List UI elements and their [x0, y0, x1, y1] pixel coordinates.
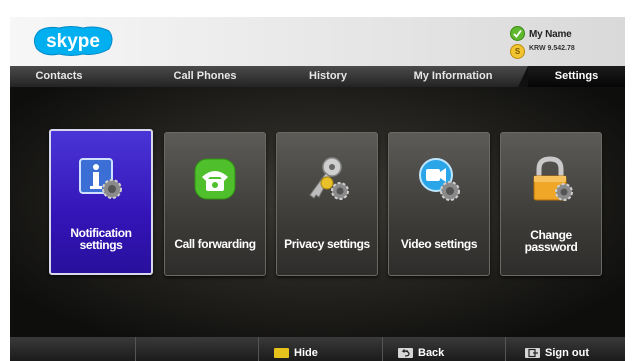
keys-icon: [309, 157, 349, 200]
back-label: Back: [418, 347, 445, 359]
privacy-settings-label: Privacy settings: [284, 237, 370, 251]
yellow-key-icon: [274, 348, 289, 358]
settings-panel: Notification settings Call forwarding Pr…: [10, 87, 625, 337]
skype-logo: skype: [33, 26, 113, 56]
bottom-action-bar: Hide Back Sign out: [10, 337, 625, 361]
user-name: My Name: [529, 29, 572, 40]
hide-label: Hide: [294, 347, 318, 359]
video-settings-label: Video settings: [400, 237, 478, 251]
back-button[interactable]: Back: [398, 337, 488, 361]
back-key-icon: [398, 348, 413, 358]
user-account[interactable]: My Name S KRW 9.542.78: [505, 17, 625, 66]
online-status-icon: [510, 26, 525, 41]
tab-contacts[interactable]: Contacts: [10, 66, 108, 87]
tab-call-phones[interactable]: Call Phones: [150, 66, 260, 87]
bottom-bar-divider: [505, 337, 506, 361]
lock-icon: [533, 156, 573, 201]
change-password-tile[interactable]: Change password: [500, 132, 602, 276]
tab-my-information[interactable]: My Information: [398, 66, 508, 87]
change-password-label-line2: password: [524, 240, 578, 254]
skype-tv-screen: skype My Name S KRW 9.542.78 Contacts Ca…: [10, 17, 625, 361]
sign-out-icon: [525, 348, 540, 358]
privacy-settings-tile[interactable]: Privacy settings: [276, 132, 378, 276]
skype-credit-icon: S: [510, 44, 525, 59]
bottom-bar-divider: [135, 337, 136, 361]
bottom-bar-divider: [258, 337, 259, 361]
bottom-bar-divider: [382, 337, 383, 361]
phone-icon: [194, 158, 236, 200]
video-camera-icon: [419, 158, 460, 201]
info-icon: [79, 158, 122, 199]
notification-settings-tile[interactable]: Notification settings: [49, 129, 153, 275]
call-forwarding-label: Call forwarding: [174, 237, 256, 251]
skype-logo-text: skype: [46, 31, 100, 52]
tab-history[interactable]: History: [278, 66, 378, 87]
user-credit: KRW 9.542.78: [529, 45, 575, 52]
hide-button[interactable]: Hide: [274, 337, 354, 361]
tab-settings[interactable]: Settings: [518, 66, 625, 87]
notification-settings-label-line2: settings: [79, 238, 123, 252]
video-settings-tile[interactable]: Video settings: [388, 132, 490, 276]
call-forwarding-tile[interactable]: Call forwarding: [164, 132, 266, 276]
sign-out-label: Sign out: [545, 347, 589, 359]
sign-out-button[interactable]: Sign out: [525, 337, 620, 361]
main-tabs: Contacts Call Phones History My Informat…: [10, 66, 625, 87]
header: skype My Name S KRW 9.542.78: [10, 17, 625, 66]
